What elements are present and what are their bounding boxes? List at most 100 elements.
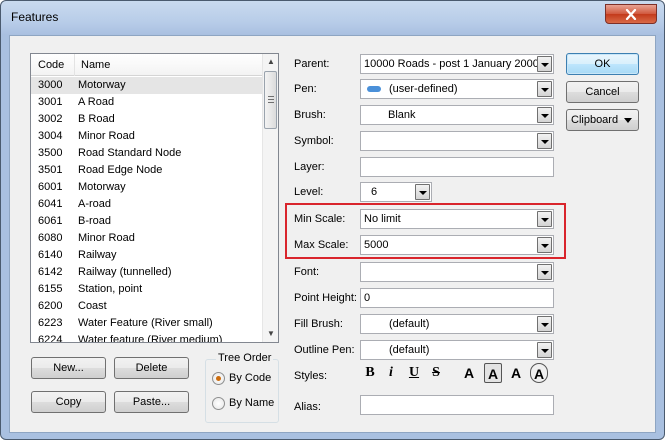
column-header-code[interactable]: Code [38,59,64,71]
dropdown-arrow-icon[interactable] [537,316,552,332]
list-item-code: 3000 [38,79,63,91]
list-item-name: Motorway [78,79,126,91]
paste-button[interactable]: Paste... [114,391,189,413]
point-height-value: 0 [364,292,371,304]
list-item[interactable]: 6080 Minor Road [31,230,263,247]
pen-select[interactable]: (user-defined) [360,79,554,99]
list-item-name: Railway (tunnelled) [78,266,172,278]
list-item[interactable]: 6041 A-road [31,196,263,213]
point-height-label: Point Height: [294,292,357,304]
dropdown-arrow-icon[interactable] [537,211,552,227]
feature-list[interactable]: Code Name 3000 Motorway 3001 A Road 3002 B Ro… [30,53,279,343]
list-item[interactable]: 3002 B Road [31,111,263,128]
list-item-code: 6061 [38,215,63,227]
list-item[interactable]: 3004 Minor Road [31,128,263,145]
max-scale-select[interactable]: 5000 [360,235,554,255]
underline-style-button[interactable]: U [406,363,422,383]
list-header: Code Name [31,54,263,76]
list-item[interactable]: 6142 Railway (tunnelled) [31,264,263,281]
new-button[interactable]: New... [31,357,106,379]
halo-style-button[interactable]: A [530,363,548,383]
scroll-thumb[interactable] [264,71,277,129]
list-item-name: Water Feature (River small) [78,317,213,329]
list-item-name: Coast [78,300,107,312]
window-title: Features [11,10,59,24]
dropdown-arrow-icon[interactable] [537,56,552,72]
dropdown-arrow-icon[interactable] [537,237,552,253]
list-item-name: A-road [78,198,112,210]
outline-pen-select[interactable]: (default) [360,340,554,360]
list-item-name: B Road [78,113,115,125]
delete-button[interactable]: Delete [114,357,189,379]
dropdown-arrow-icon[interactable] [537,133,552,149]
list-item[interactable]: 6223 Water Feature (River small) [31,315,263,332]
italic-style-button[interactable]: i [384,363,398,383]
list-item-name: Minor Road [78,130,135,142]
list-item-code: 6155 [38,283,63,295]
brush-select[interactable]: Blank [360,105,554,125]
by-code-label[interactable]: By Code [229,372,271,384]
list-item-code: 6001 [38,181,63,193]
list-item-code: 3501 [38,164,63,176]
dropdown-arrow-icon[interactable] [537,342,552,358]
styles-label: Styles: [294,370,328,382]
list-item-code: 6224 [38,334,63,343]
alias-input[interactable] [360,395,554,415]
layer-label: Layer: [294,161,325,173]
column-header-name[interactable]: Name [81,59,110,71]
font-select[interactable] [360,262,554,282]
close-icon [625,8,637,20]
dropdown-arrow-icon[interactable] [415,184,430,200]
layer-input[interactable] [360,157,554,177]
dropdown-arrow-icon[interactable] [537,81,552,97]
grip-line [268,96,274,97]
by-name-radio[interactable] [212,397,225,410]
bold-style-button[interactable]: B [362,363,378,383]
column-divider[interactable] [74,54,75,76]
parent-label: Parent: [294,58,330,70]
ok-button[interactable]: OK [566,53,639,75]
dropdown-arrow-icon[interactable] [537,264,552,280]
grip-line [268,102,274,103]
box-style-button[interactable]: A [484,363,502,383]
min-scale-value: No limit [364,213,401,225]
list-item[interactable]: 6200 Coast [31,298,263,315]
list-item[interactable]: 6140 Railway [31,247,263,264]
clipboard-button[interactable]: Clipboard [566,109,639,131]
dropdown-arrow-icon[interactable] [537,107,552,123]
list-item[interactable]: 6224 Water feature (River medium) [31,332,263,343]
list-rows: 3000 Motorway 3001 A Road 3002 B Road 3004 Mino… [31,77,263,343]
fill-brush-select[interactable]: (default) [360,314,554,334]
parent-select[interactable]: 10000 Roads - post 1 January 2000 [360,54,554,74]
cancel-button[interactable]: Cancel [566,81,639,103]
radio-selected-dot [216,376,221,381]
list-item[interactable]: 6155 Station, point [31,281,263,298]
list-scrollbar[interactable]: ▲ ▼ [262,54,278,342]
by-name-label[interactable]: By Name [229,397,274,409]
min-scale-select[interactable]: No limit [360,209,554,229]
close-button[interactable] [605,4,657,24]
tree-order-group: Tree Order By Code By Name [205,352,279,423]
list-item[interactable]: 6061 B-road [31,213,263,230]
plain-style-button[interactable]: A [461,363,477,383]
list-item[interactable]: 3501 Road Edge Node [31,162,263,179]
by-code-radio[interactable] [212,372,225,385]
symbol-select[interactable] [360,131,554,151]
list-item[interactable]: 3001 A Road [31,94,263,111]
point-height-input[interactable]: 0 [360,288,554,308]
level-select[interactable]: 6 [360,182,432,202]
list-item[interactable]: 6001 Motorway [31,179,263,196]
list-item-code: 6200 [38,300,63,312]
scroll-up-icon[interactable]: ▲ [263,54,278,70]
shadow-style-button[interactable]: A [508,363,524,383]
max-scale-value: 5000 [364,239,389,251]
scroll-down-icon[interactable]: ▼ [263,326,278,342]
level-value: 6 [371,186,378,198]
strikethrough-style-button[interactable]: S [428,363,444,383]
list-item[interactable]: 3500 Road Standard Node [31,145,263,162]
list-item[interactable]: 3000 Motorway [31,77,263,94]
brush-value: Blank [388,109,416,121]
brush-label: Brush: [294,109,326,121]
copy-button[interactable]: Copy [31,391,106,413]
title-bar[interactable]: Features [1,1,664,35]
